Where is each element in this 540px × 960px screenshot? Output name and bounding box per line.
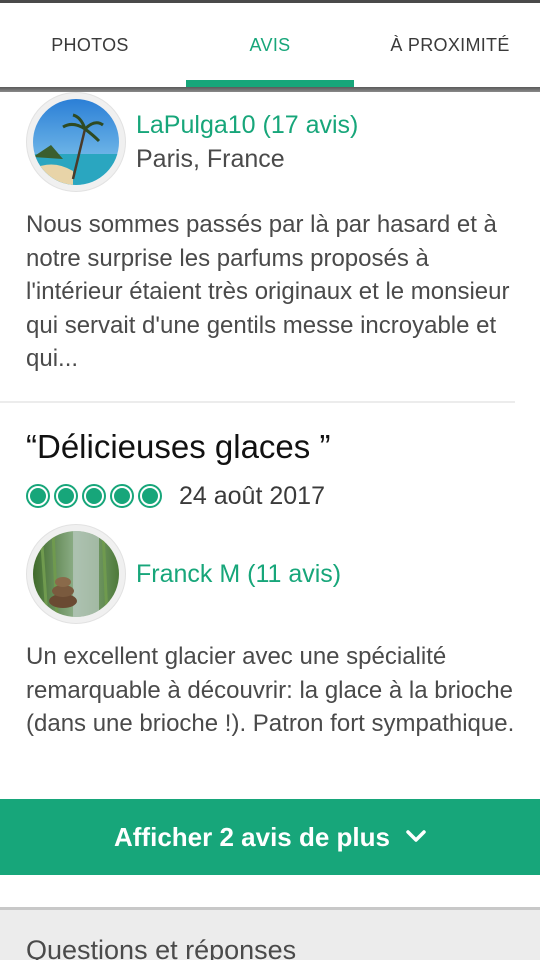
avatar-lapulga10[interactable] bbox=[26, 92, 126, 192]
qa-section[interactable]: Questions et réponses bbox=[0, 907, 540, 960]
review-title[interactable]: “Délicieuses glaces ” bbox=[26, 428, 330, 466]
tab-avis[interactable]: AVIS bbox=[180, 3, 360, 87]
rating-bubble-icon bbox=[138, 484, 162, 508]
tab-a-proximite[interactable]: À PROXIMITÉ bbox=[360, 3, 540, 87]
tab-photos[interactable]: PHOTOS bbox=[0, 3, 180, 87]
tab-bar: PHOTOS AVIS À PROXIMITÉ bbox=[0, 3, 540, 87]
rating-bubble-icon bbox=[82, 484, 106, 508]
show-more-label: Afficher 2 avis de plus bbox=[114, 821, 390, 852]
review-text[interactable]: Nous sommes passés par là par hasard et … bbox=[26, 208, 516, 376]
review-date: 24 août 2017 bbox=[179, 482, 325, 510]
stones-photo-icon bbox=[33, 531, 119, 617]
reviewer-name[interactable]: Franck M (11 avis) bbox=[136, 560, 341, 589]
rating-bubble-icon bbox=[26, 484, 50, 508]
rating-bubbles bbox=[26, 484, 162, 508]
beach-photo-icon bbox=[33, 99, 119, 185]
show-more-reviews-button[interactable]: Afficher 2 avis de plus bbox=[0, 799, 540, 875]
reviewer-name[interactable]: LaPulga10 (17 avis) bbox=[136, 111, 358, 140]
reviewer-location: Paris, France bbox=[136, 145, 285, 173]
avatar-franck-m[interactable] bbox=[26, 524, 126, 624]
qa-title: Questions et réponses bbox=[26, 935, 297, 960]
rating-bubble-icon bbox=[54, 484, 78, 508]
review-text[interactable]: Un excellent glacier avec une spécialité… bbox=[26, 640, 516, 741]
chevron-down-icon bbox=[406, 830, 426, 844]
rating-bubble-icon bbox=[110, 484, 134, 508]
tab-bar-shadow bbox=[0, 87, 540, 92]
review-divider bbox=[0, 401, 515, 403]
